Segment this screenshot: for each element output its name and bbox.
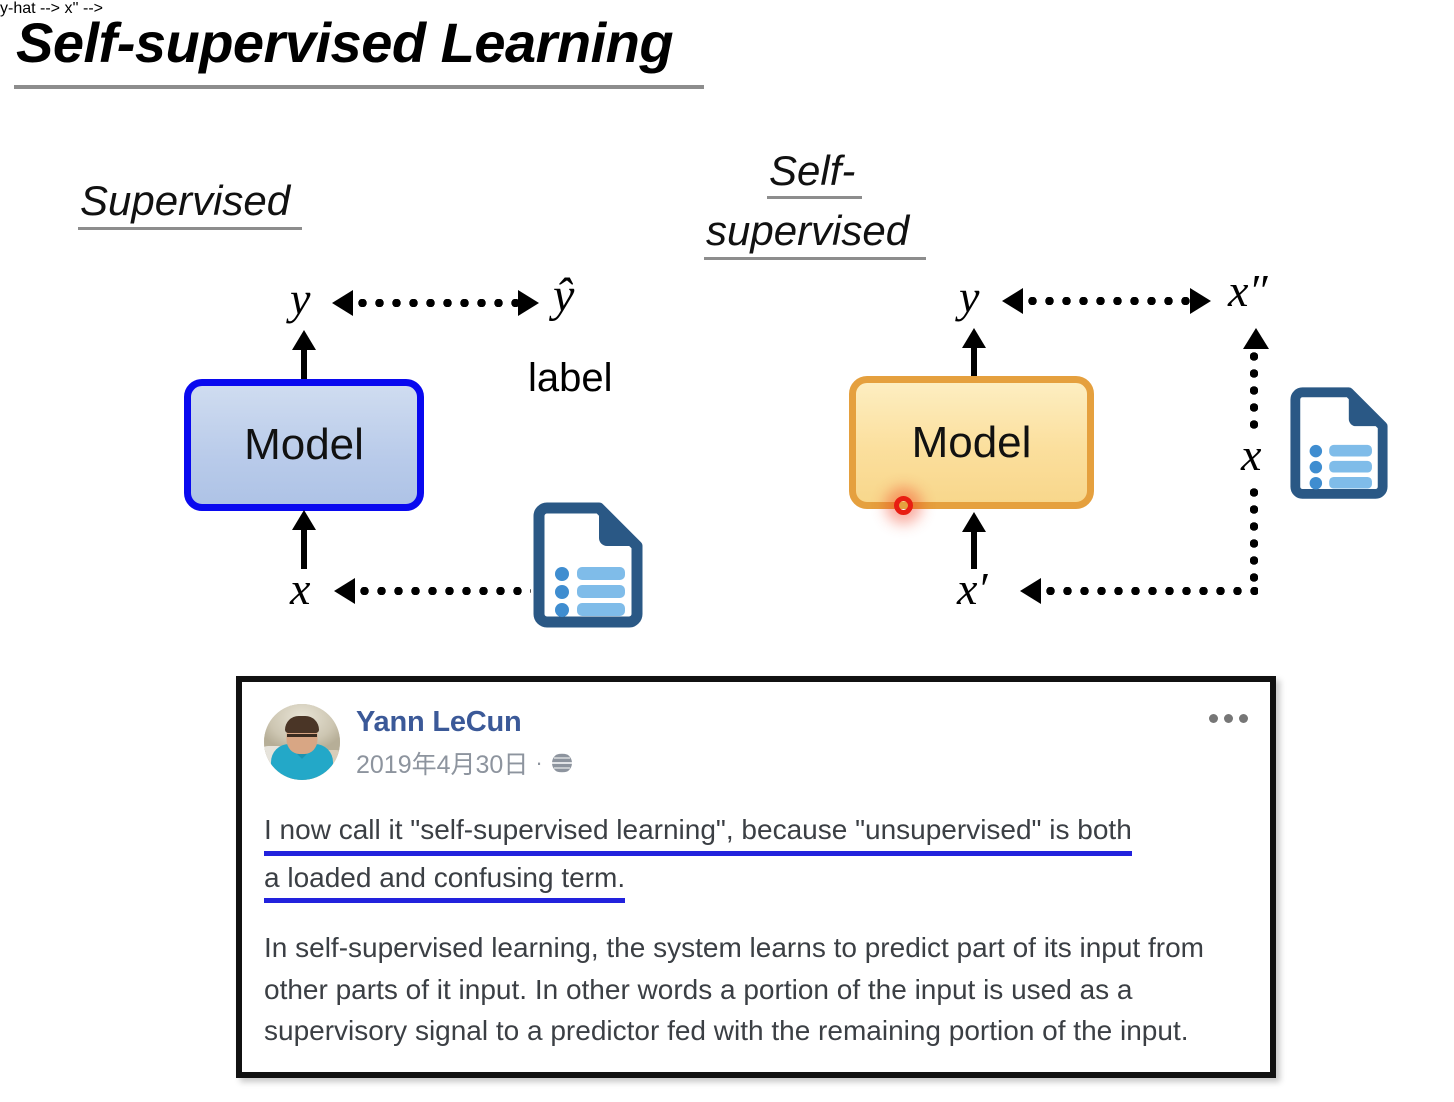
- more-dot-3: [1239, 714, 1248, 723]
- dotted-line-doc-x-supervised: [356, 587, 531, 595]
- heading-supervised: Supervised: [80, 177, 291, 224]
- dotted-line-corner-to-xprime: [1042, 587, 1258, 595]
- more-dot-1: [1209, 714, 1218, 723]
- post-date[interactable]: 2019年4月30日: [356, 745, 528, 781]
- label-x-prime: x′: [957, 563, 988, 614]
- post-quote-line-2: a loaded and confusing term.: [264, 858, 626, 904]
- document-icon-self-supervised: [1290, 385, 1388, 508]
- page-title-underline: [14, 85, 704, 89]
- arrowhead-up-model-out-supervised: [292, 330, 316, 350]
- model-box-supervised[interactable]: Model: [184, 379, 424, 511]
- avatar-glasses: [287, 734, 317, 741]
- label-x-supervised: x: [290, 563, 311, 614]
- arrowhead-up-x2: [1243, 328, 1269, 349]
- model-box-supervised-label: Model: [244, 420, 364, 469]
- label-y-selfsup: y: [959, 271, 980, 322]
- facebook-post-card: Yann LeCun 2019年4月30日 · I now call it "s: [236, 676, 1276, 1078]
- dotted-line-y-yhat: [354, 299, 520, 307]
- globe-icon[interactable]: [549, 751, 574, 775]
- post-author-name[interactable]: Yann LeCun: [356, 706, 574, 739]
- arrowhead-up-model-out-selfsup: [962, 328, 986, 348]
- arrowhead-left-x-supervised: [334, 578, 355, 604]
- page-title: Self-supervised Learning: [16, 11, 674, 74]
- arrow-model-out-supervised: [301, 349, 307, 381]
- arrowhead-left-y: [332, 290, 353, 316]
- label-x-double-prime: x″: [1228, 265, 1268, 316]
- document-icon-supervised: [533, 502, 643, 635]
- post-meta: Yann LeCun 2019年4月30日 ·: [356, 704, 574, 781]
- heading-supervised-underline: [78, 227, 302, 230]
- label-yhat-supervised: ŷ: [553, 269, 575, 322]
- post-quote-line-1: I now call it "self-supervised learning"…: [264, 810, 1132, 856]
- heading-self-supervised-line2: supervised: [706, 207, 910, 254]
- heading-self-supervised-underline1: [767, 196, 862, 199]
- model-box-self-supervised[interactable]: Model: [849, 376, 1094, 509]
- arrowhead-up-model-in-supervised: [292, 510, 316, 530]
- model-box-self-supervised-label: Model: [911, 417, 1032, 467]
- arrow-model-out-selfsup: [971, 347, 977, 379]
- post-meta-separator: ·: [535, 749, 543, 775]
- heading-self-supervised-line1: Self-: [769, 147, 856, 194]
- arrowhead-left-y-selfsup: [1002, 288, 1023, 314]
- arrowhead-right-yhat: [518, 290, 539, 316]
- label-x-selfsup: x: [1238, 430, 1265, 480]
- dotted-line-y-x2: [1024, 297, 1192, 305]
- heading-self-supervised-underline2: [704, 257, 926, 260]
- post-header: Yann LeCun 2019年4月30日 ·: [264, 704, 574, 781]
- avatar[interactable]: [264, 704, 340, 780]
- arrowhead-right-x2: [1190, 288, 1211, 314]
- label-label-caption: label: [528, 356, 613, 400]
- post-date-row: 2019年4月30日 ·: [356, 745, 574, 781]
- label-y-supervised: y: [290, 273, 311, 324]
- post-body: I now call it "self-supervised learning"…: [264, 810, 1244, 1052]
- avatar-hair: [285, 716, 319, 733]
- arrowhead-left-x-prime: [1020, 578, 1041, 604]
- arrowhead-up-model-in-selfsup: [962, 512, 986, 532]
- more-dot-2: [1224, 714, 1233, 723]
- laser-pointer-dot: [894, 496, 913, 515]
- post-paragraph: In self-supervised learning, the system …: [264, 932, 1204, 1047]
- more-options-icon[interactable]: [1209, 714, 1248, 723]
